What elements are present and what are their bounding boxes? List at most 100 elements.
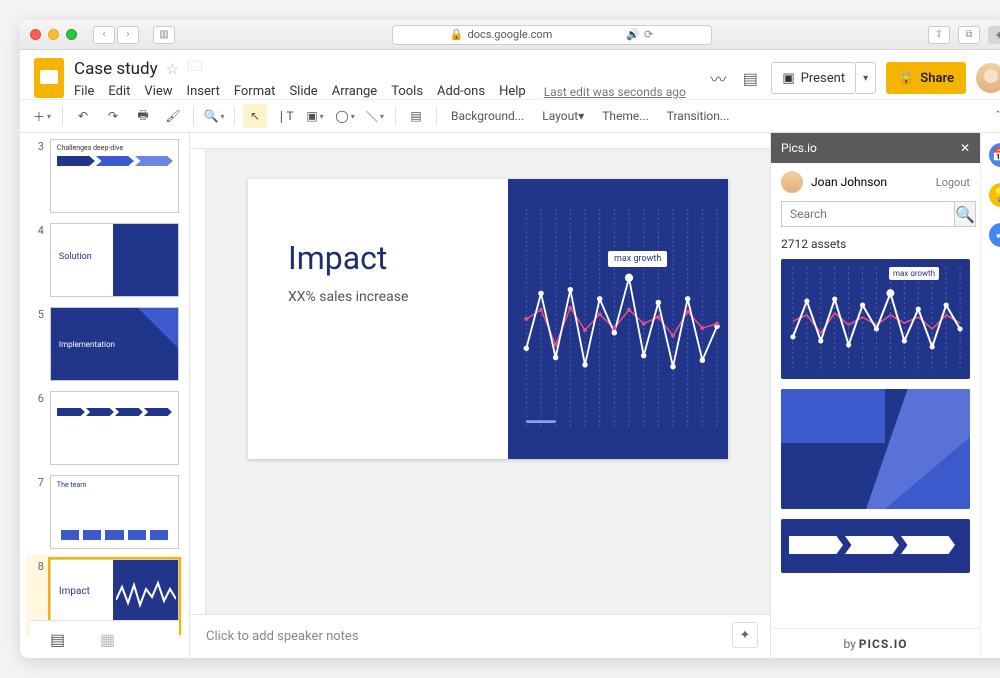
folder-icon[interactable]: 🗀 (187, 56, 202, 81)
forward-button[interactable]: › (117, 26, 139, 44)
layout-button[interactable]: Layout ▾ (536, 104, 590, 128)
speaker-notes[interactable]: Click to add speaker notes ✦ (190, 614, 770, 658)
present-dropdown[interactable]: ▾ (856, 62, 876, 94)
share-label: Share (920, 71, 954, 86)
speaker-notes-placeholder: Click to add speaker notes (206, 629, 359, 644)
tasks-icon[interactable]: ✔ (989, 223, 1000, 247)
paint-format-button[interactable]: 🖌 (161, 104, 185, 128)
slide-title[interactable]: Impact (288, 239, 508, 277)
account-avatar[interactable] (976, 63, 1000, 93)
menu-arrange[interactable]: Arrange (332, 84, 377, 99)
select-tool[interactable]: ↖ (243, 104, 267, 128)
collapse-toolbar-icon[interactable]: ˆ (986, 104, 1000, 128)
asset-item[interactable] (781, 389, 970, 509)
present-button[interactable]: ▣ Present (771, 62, 856, 94)
lock-icon: 🔒 (450, 28, 464, 41)
brand-label[interactable]: PICS.IO (859, 637, 908, 651)
textbox-tool[interactable]: ❘T (273, 104, 297, 128)
grid-view-icon[interactable]: ▦ (100, 630, 120, 644)
main-area: 3 Challenges deep-dive 4 Solution 5 (20, 133, 1000, 658)
last-edit-link[interactable]: Last edit was seconds ago (544, 85, 686, 99)
theme-button[interactable]: Theme... (596, 104, 655, 128)
thumb-slide-5[interactable]: Implementation (50, 307, 179, 381)
transition-button[interactable]: Transition... (661, 104, 736, 128)
line-tool[interactable]: ＼ (363, 104, 387, 128)
search-icon: 🔍 (955, 205, 975, 224)
new-tab-button[interactable]: + (988, 26, 1000, 44)
explore-button[interactable]: ✦ (732, 622, 758, 648)
menu-help[interactable]: Help (499, 84, 526, 99)
picsio-header: Pics.io ✕ (771, 133, 980, 163)
nav-buttons: ‹ › (93, 26, 139, 44)
comment-tool[interactable]: ▤ (404, 104, 428, 128)
audio-icon[interactable]: 🔊 (626, 28, 640, 41)
search-button[interactable]: 🔍 (954, 201, 976, 227)
tabs-icon[interactable]: ⧉ (958, 26, 980, 44)
menu-format[interactable]: Format (234, 84, 276, 99)
asset-annotation: max growth (889, 267, 939, 280)
asset-item[interactable]: max growth (781, 259, 970, 379)
side-rail: 📅 💡 ✔ (980, 133, 1000, 658)
menu-slide[interactable]: Slide (289, 84, 317, 99)
thumb-slide-4[interactable]: Solution (50, 223, 179, 297)
thumb-slide-6[interactable] (50, 391, 179, 465)
editor-canvas: Impact XX% sales increase (190, 133, 770, 658)
ruler-vertical (190, 149, 206, 614)
undo-button[interactable]: ↶ (71, 104, 95, 128)
address-bar[interactable]: 🔒 docs.google.com 🔊 ⟳ (392, 25, 712, 45)
comments-icon[interactable]: ▤ (739, 67, 761, 89)
toolbar: ＋ ↶ ↷ 🖶 🖌 🔍 ↖ ❘T ▣ ◯ ＼ ▤ Background... L… (20, 99, 1000, 133)
share-button[interactable]: 🔒 Share (886, 62, 966, 94)
shape-tool[interactable]: ◯ (333, 104, 357, 128)
thumb-slide-3[interactable]: Challenges deep-dive (50, 139, 179, 213)
keep-icon[interactable]: 💡 (989, 183, 1000, 207)
back-button[interactable]: ‹ (93, 26, 115, 44)
redo-button[interactable]: ↷ (101, 104, 125, 128)
filmstrip-view-icon[interactable]: ▤ (50, 630, 70, 644)
thumb-num: 7 (30, 475, 44, 489)
maximize-window-icon[interactable] (66, 29, 77, 40)
current-slide[interactable]: Impact XX% sales increase (248, 179, 728, 459)
slide-subtitle[interactable]: XX% sales increase (288, 289, 508, 305)
thumb-num: 3 (30, 139, 44, 153)
slides-logo-icon[interactable] (34, 58, 64, 98)
app-header: Case study ☆ 🗀 File Edit View Insert For… (20, 50, 1000, 99)
calendar-icon[interactable]: 📅 (989, 143, 1000, 167)
chart-annotation[interactable]: max growth (608, 251, 667, 267)
menu-bar: File Edit View Insert Format Slide Arran… (74, 84, 686, 99)
thumb-slide-7[interactable]: The team (50, 475, 179, 549)
search-input[interactable] (781, 201, 954, 227)
zoom-button[interactable]: 🔍 (202, 104, 226, 128)
slide-stage[interactable]: Impact XX% sales increase (206, 149, 770, 614)
user-name: Joan Johnson (811, 175, 887, 189)
play-icon: ▣ (782, 71, 794, 86)
activity-icon[interactable]: 〰 (707, 67, 729, 89)
thumb-num: 5 (30, 307, 44, 321)
new-slide-button[interactable]: ＋ (30, 104, 54, 128)
share-icon[interactable]: ⇪ (928, 26, 950, 44)
user-avatar[interactable] (781, 171, 803, 193)
picsio-panel: Pics.io ✕ Joan Johnson Logout 🔍 2712 ass… (770, 133, 980, 658)
minimize-window-icon[interactable] (48, 29, 59, 40)
print-button[interactable]: 🖶 (131, 104, 155, 128)
close-icon[interactable]: ✕ (960, 141, 970, 155)
reload-icon[interactable]: ⟳ (644, 28, 653, 41)
background-button[interactable]: Background... (445, 104, 530, 128)
menu-tools[interactable]: Tools (391, 84, 423, 99)
image-tool[interactable]: ▣ (303, 104, 327, 128)
star-icon[interactable]: ☆ (166, 60, 179, 78)
logout-link[interactable]: Logout (936, 176, 970, 189)
menu-addons[interactable]: Add-ons (437, 84, 485, 99)
menu-insert[interactable]: Insert (187, 84, 220, 99)
sidebar-toggle-icon[interactable]: ▥ (153, 26, 175, 44)
menu-edit[interactable]: Edit (108, 84, 130, 99)
menu-file[interactable]: File (74, 84, 94, 99)
asset-item[interactable] (781, 519, 970, 573)
asset-list[interactable]: max growth (771, 259, 980, 628)
slide-thumbnails[interactable]: 3 Challenges deep-dive 4 Solution 5 (20, 133, 190, 658)
slide-chart[interactable]: max growth (508, 179, 728, 459)
close-window-icon[interactable] (30, 29, 41, 40)
doc-title[interactable]: Case study (74, 59, 158, 79)
present-label: Present (801, 71, 845, 86)
menu-view[interactable]: View (144, 84, 172, 99)
